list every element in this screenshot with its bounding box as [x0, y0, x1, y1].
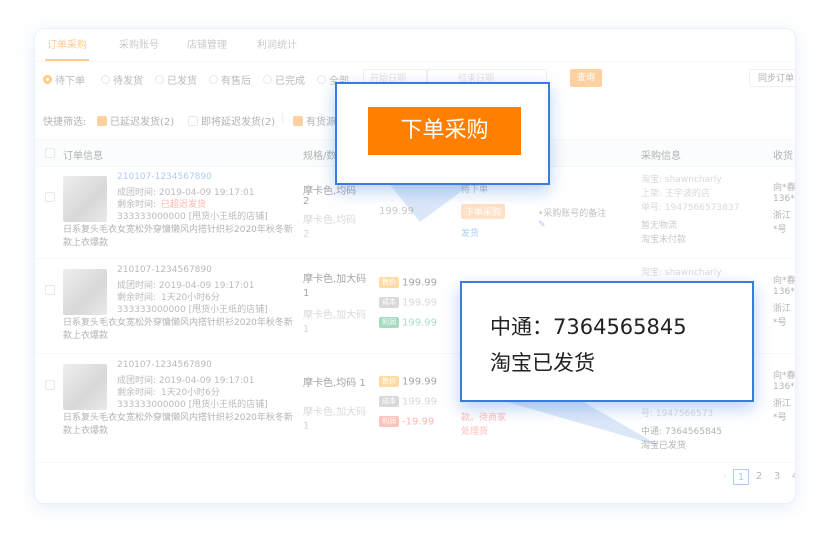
- tracking-number-zoomed: 中通：7364565845: [490, 315, 687, 339]
- place-order-callout: 下单采购: [335, 82, 550, 185]
- place-order-button-zoomed[interactable]: 下单采购: [368, 107, 521, 155]
- callout-tails: [390, 185, 660, 446]
- shipping-status-zoomed: 淘宝已发货: [490, 351, 595, 375]
- shipping-info-callout: 中通：7364565845 淘宝已发货: [460, 281, 754, 402]
